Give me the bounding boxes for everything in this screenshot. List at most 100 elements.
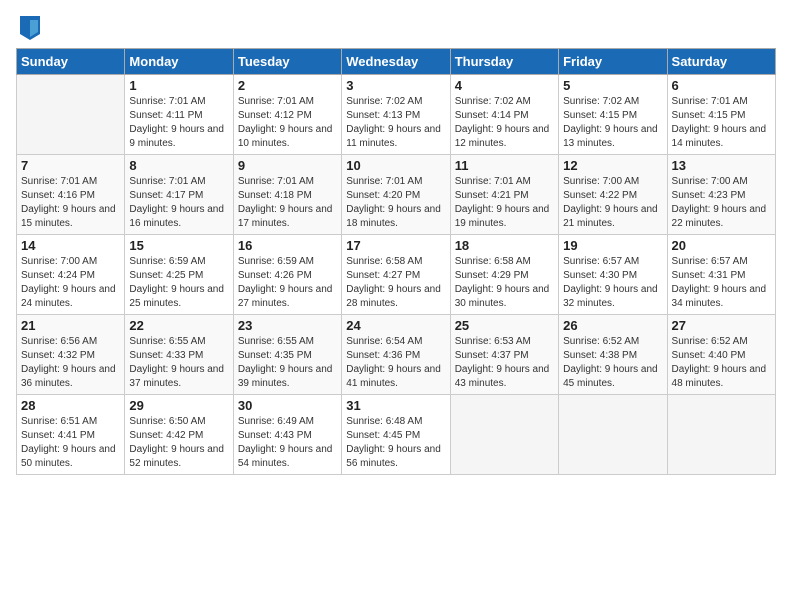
day-number: 5: [563, 78, 662, 93]
calendar-cell: 9 Sunrise: 7:01 AMSunset: 4:18 PMDaylight…: [233, 155, 341, 235]
cell-details: Sunrise: 6:52 AMSunset: 4:40 PMDaylight:…: [672, 335, 771, 391]
calendar-cell: 23Sunrise: 6:55 AMSunset: 4:35 PMDayligh…: [233, 315, 341, 395]
day-number: 10: [346, 158, 445, 173]
cell-details: Sunrise: 6:55 AMSunset: 4:35 PMDaylight:…: [238, 335, 337, 391]
cell-details: Sunrise: 6:58 AMSunset: 4:27 PMDaylight:…: [346, 255, 445, 311]
calendar-cell: 3 Sunrise: 7:02 AMSunset: 4:13 PMDaylight…: [342, 75, 450, 155]
calendar-week-1: 1 Sunrise: 7:01 AMSunset: 4:11 PMDaylight…: [17, 75, 776, 155]
calendar-cell: 18 Sunrise: 6:58 AMSunset: 4:29 PMDayligh…: [450, 235, 558, 315]
calendar-cell: 27 Sunrise: 6:52 AMSunset: 4:40 PMDayligh…: [667, 315, 775, 395]
logo: [16, 16, 40, 40]
calendar-cell: 30 Sunrise: 6:49 AMSunset: 4:43 PMDayligh…: [233, 395, 341, 475]
weekday-header-row: SundayMondayTuesdayWednesdayThursdayFrid…: [17, 49, 776, 75]
page-container: SundayMondayTuesdayWednesdayThursdayFrid…: [0, 0, 792, 483]
day-number: 8: [129, 158, 228, 173]
weekday-header-thursday: Thursday: [450, 49, 558, 75]
cell-details: Sunrise: 6:57 AMSunset: 4:31 PMDaylight:…: [672, 255, 771, 311]
day-number: 12: [563, 158, 662, 173]
day-number: 31: [346, 398, 445, 413]
cell-details: Sunrise: 7:01 AMSunset: 4:15 PMDaylight:…: [672, 95, 771, 151]
weekday-header-monday: Monday: [125, 49, 233, 75]
day-number: 29: [129, 398, 228, 413]
day-number: 24: [346, 318, 445, 333]
weekday-header-friday: Friday: [559, 49, 667, 75]
day-number: 15: [129, 238, 228, 253]
calendar-cell: 20 Sunrise: 6:57 AMSunset: 4:31 PMDayligh…: [667, 235, 775, 315]
calendar-cell: 4Sunrise: 7:02 AMSunset: 4:14 PMDaylight…: [450, 75, 558, 155]
day-number: 17: [346, 238, 445, 253]
calendar-cell: 11 Sunrise: 7:01 AMSunset: 4:21 PMDayligh…: [450, 155, 558, 235]
cell-details: Sunrise: 7:01 AMSunset: 4:12 PMDaylight:…: [238, 95, 337, 151]
day-number: 4: [455, 78, 554, 93]
weekday-header-tuesday: Tuesday: [233, 49, 341, 75]
calendar-cell: [17, 75, 125, 155]
cell-details: Sunrise: 7:00 AMSunset: 4:24 PMDaylight:…: [21, 255, 120, 311]
calendar-cell: [559, 395, 667, 475]
cell-details: Sunrise: 6:58 AMSunset: 4:29 PMDaylight:…: [455, 255, 554, 311]
calendar-cell: 21 Sunrise: 6:56 AMSunset: 4:32 PMDayligh…: [17, 315, 125, 395]
logo-icon: [20, 16, 40, 40]
cell-details: Sunrise: 6:52 AMSunset: 4:38 PMDaylight:…: [563, 335, 662, 391]
day-number: 18: [455, 238, 554, 253]
day-number: 25: [455, 318, 554, 333]
calendar-week-4: 21 Sunrise: 6:56 AMSunset: 4:32 PMDayligh…: [17, 315, 776, 395]
cell-details: Sunrise: 7:00 AMSunset: 4:22 PMDaylight:…: [563, 175, 662, 231]
calendar-cell: 12 Sunrise: 7:00 AMSunset: 4:22 PMDayligh…: [559, 155, 667, 235]
calendar-cell: 8 Sunrise: 7:01 AMSunset: 4:17 PMDaylight…: [125, 155, 233, 235]
day-number: 27: [672, 318, 771, 333]
calendar-cell: 25 Sunrise: 6:53 AMSunset: 4:37 PMDayligh…: [450, 315, 558, 395]
calendar-cell: 14 Sunrise: 7:00 AMSunset: 4:24 PMDayligh…: [17, 235, 125, 315]
cell-details: Sunrise: 6:50 AMSunset: 4:42 PMDaylight:…: [129, 415, 228, 471]
calendar-table: SundayMondayTuesdayWednesdayThursdayFrid…: [16, 48, 776, 475]
cell-details: Sunrise: 7:02 AMSunset: 4:15 PMDaylight:…: [563, 95, 662, 151]
day-number: 21: [21, 318, 120, 333]
cell-details: Sunrise: 6:59 AMSunset: 4:25 PMDaylight:…: [129, 255, 228, 311]
calendar-cell: 22Sunrise: 6:55 AMSunset: 4:33 PMDayligh…: [125, 315, 233, 395]
calendar-cell: 24 Sunrise: 6:54 AMSunset: 4:36 PMDayligh…: [342, 315, 450, 395]
calendar-cell: 31 Sunrise: 6:48 AMSunset: 4:45 PMDayligh…: [342, 395, 450, 475]
calendar-cell: [667, 395, 775, 475]
day-number: 30: [238, 398, 337, 413]
day-number: 20: [672, 238, 771, 253]
day-number: 13: [672, 158, 771, 173]
cell-details: Sunrise: 6:54 AMSunset: 4:36 PMDaylight:…: [346, 335, 445, 391]
calendar-cell: [450, 395, 558, 475]
cell-details: Sunrise: 6:53 AMSunset: 4:37 PMDaylight:…: [455, 335, 554, 391]
calendar-cell: 1 Sunrise: 7:01 AMSunset: 4:11 PMDaylight…: [125, 75, 233, 155]
calendar-cell: 28Sunrise: 6:51 AMSunset: 4:41 PMDayligh…: [17, 395, 125, 475]
cell-details: Sunrise: 7:01 AMSunset: 4:17 PMDaylight:…: [129, 175, 228, 231]
calendar-cell: 5 Sunrise: 7:02 AMSunset: 4:15 PMDaylight…: [559, 75, 667, 155]
cell-details: Sunrise: 7:01 AMSunset: 4:18 PMDaylight:…: [238, 175, 337, 231]
day-number: 11: [455, 158, 554, 173]
day-number: 1: [129, 78, 228, 93]
cell-details: Sunrise: 7:00 AMSunset: 4:23 PMDaylight:…: [672, 175, 771, 231]
day-number: 19: [563, 238, 662, 253]
cell-details: Sunrise: 7:01 AMSunset: 4:20 PMDaylight:…: [346, 175, 445, 231]
cell-details: Sunrise: 7:01 AMSunset: 4:11 PMDaylight:…: [129, 95, 228, 151]
day-number: 2: [238, 78, 337, 93]
cell-details: Sunrise: 6:56 AMSunset: 4:32 PMDaylight:…: [21, 335, 120, 391]
calendar-cell: 16Sunrise: 6:59 AMSunset: 4:26 PMDayligh…: [233, 235, 341, 315]
weekday-header-saturday: Saturday: [667, 49, 775, 75]
cell-details: Sunrise: 7:01 AMSunset: 4:16 PMDaylight:…: [21, 175, 120, 231]
calendar-week-3: 14 Sunrise: 7:00 AMSunset: 4:24 PMDayligh…: [17, 235, 776, 315]
calendar-cell: 19 Sunrise: 6:57 AMSunset: 4:30 PMDayligh…: [559, 235, 667, 315]
cell-details: Sunrise: 6:49 AMSunset: 4:43 PMDaylight:…: [238, 415, 337, 471]
day-number: 26: [563, 318, 662, 333]
calendar-cell: 10 Sunrise: 7:01 AMSunset: 4:20 PMDayligh…: [342, 155, 450, 235]
day-number: 14: [21, 238, 120, 253]
header: [16, 16, 776, 40]
cell-details: Sunrise: 6:59 AMSunset: 4:26 PMDaylight:…: [238, 255, 337, 311]
calendar-cell: 2 Sunrise: 7:01 AMSunset: 4:12 PMDaylight…: [233, 75, 341, 155]
day-number: 7: [21, 158, 120, 173]
calendar-cell: 15 Sunrise: 6:59 AMSunset: 4:25 PMDayligh…: [125, 235, 233, 315]
cell-details: Sunrise: 6:48 AMSunset: 4:45 PMDaylight:…: [346, 415, 445, 471]
cell-details: Sunrise: 6:57 AMSunset: 4:30 PMDaylight:…: [563, 255, 662, 311]
cell-details: Sunrise: 7:02 AMSunset: 4:13 PMDaylight:…: [346, 95, 445, 151]
cell-details: Sunrise: 7:01 AMSunset: 4:21 PMDaylight:…: [455, 175, 554, 231]
calendar-cell: 13 Sunrise: 7:00 AMSunset: 4:23 PMDayligh…: [667, 155, 775, 235]
day-number: 3: [346, 78, 445, 93]
calendar-cell: 6Sunrise: 7:01 AMSunset: 4:15 PMDaylight…: [667, 75, 775, 155]
day-number: 9: [238, 158, 337, 173]
calendar-week-2: 7 Sunrise: 7:01 AMSunset: 4:16 PMDaylight…: [17, 155, 776, 235]
